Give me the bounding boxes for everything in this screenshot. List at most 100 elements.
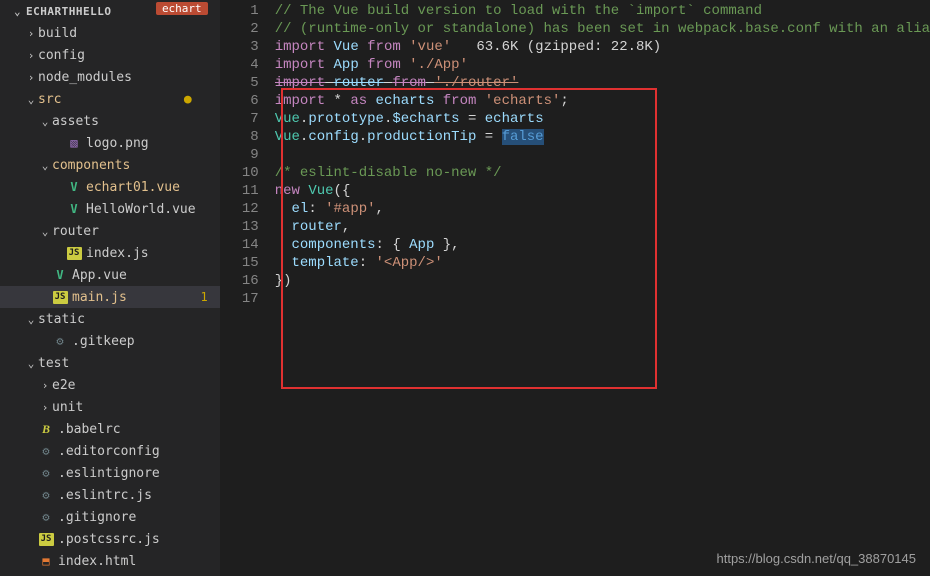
chevron-right-icon: › [24,71,38,84]
tree-item-label: App.vue [72,268,127,283]
code-line[interactable]: template: '<App/>' [275,254,930,272]
tree-folder[interactable]: ›node_modules [0,66,220,88]
line-number: 17 [220,290,259,308]
chevron-down-icon: ⌄ [14,5,24,18]
tree-folder[interactable]: ›unit [0,396,220,418]
line-number: 7 [220,110,259,128]
code-area[interactable]: // The Vue build version to load with th… [275,0,930,576]
tree-file[interactable]: ▧logo.png [0,132,220,154]
tree-folder[interactable]: ›build [0,22,220,44]
tree-item-label: e2e [52,378,75,393]
git-branch-badge[interactable]: echart [156,2,208,15]
tree-file[interactable]: B.babelrc [0,418,220,440]
tree-item-label: .eslintignore [58,466,160,481]
tree-file[interactable]: ⚙.editorconfig [0,440,220,462]
code-line[interactable]: // The Vue build version to load with th… [275,2,930,20]
js-icon: JS [66,245,82,261]
tree-folder[interactable]: ⌄static [0,308,220,330]
tree-item-label: .eslintrc.js [58,488,152,503]
tree-folder[interactable]: ⌄components [0,154,220,176]
explorer-sidebar: ⌄ ECHARTHHELLO echart ›build›config›node… [0,0,220,576]
line-number: 8 [220,128,259,146]
js-icon: JS [52,289,68,305]
tree-file[interactable]: ⚙ .eslintignore [0,462,220,484]
code-line[interactable]: new Vue({ [275,182,930,200]
code-line[interactable]: Vue.config.productionTip = false [275,128,930,146]
tree-folder[interactable]: ⌄src● [0,88,220,110]
code-line[interactable]: import App from './App' [275,56,930,74]
line-number: 13 [220,218,259,236]
tree-folder[interactable]: ›config [0,44,220,66]
tree-item-label: node_modules [38,70,132,85]
chevron-down-icon: ⌄ [24,313,38,326]
tree-file[interactable]: JS main.js 1 [0,286,220,308]
tree-file[interactable]: ⚙ .eslintrc.js [0,484,220,506]
js-icon: JS [38,531,54,547]
gear-icon: ⚙ [38,509,54,525]
code-line[interactable]: Vue.prototype.$echarts = echarts [275,110,930,128]
tree-item-label: assets [52,114,99,129]
tree-file[interactable]: ⬒ index.html [0,550,220,572]
html-icon: ⬒ [38,553,54,569]
code-line[interactable] [275,290,930,308]
tree-file[interactable]: ⚙.gitkeep [0,330,220,352]
code-line[interactable] [275,146,930,164]
line-number: 15 [220,254,259,272]
code-line[interactable]: }) [275,272,930,290]
gear-icon: ⚙ [38,487,54,503]
tree-item-label: main.js [72,290,127,305]
tree-folder[interactable]: ›e2e [0,374,220,396]
code-line[interactable]: import Vue from 'vue' 63.6K (gzipped: 22… [275,38,930,56]
line-number: 11 [220,182,259,200]
line-number: 2 [220,20,259,38]
chevron-down-icon: ⌄ [24,93,38,106]
gear-icon: ⚙ [38,465,54,481]
chevron-right-icon: › [38,401,52,414]
chevron-down-icon: ⌄ [24,357,38,370]
image-icon: ▧ [66,135,82,151]
tree-item-label: .gitignore [58,510,136,525]
chevron-down-icon: ⌄ [38,115,52,128]
tree-item-label: test [38,356,69,371]
tree-item-label: HelloWorld.vue [86,202,196,217]
chevron-down-icon: ⌄ [38,225,52,238]
tree-folder[interactable]: ⌄test [0,352,220,374]
line-number: 6 [220,92,259,110]
tree-file[interactable]: ⚙ .gitignore [0,506,220,528]
tree-file[interactable]: JSindex.js [0,242,220,264]
tree-file[interactable]: Vechart01.vue [0,176,220,198]
tree-item-label: components [52,158,130,173]
code-line[interactable]: /* eslint-disable no-new */ [275,164,930,182]
tree-file[interactable]: JS .postcssrc.js [0,528,220,550]
chevron-right-icon: › [24,49,38,62]
project-header[interactable]: ⌄ ECHARTHHELLO echart [0,0,220,22]
problems-count: 1 [200,290,207,304]
line-number: 1 [220,2,259,20]
babel-icon: B [38,421,54,437]
gear-icon: ⚙ [52,333,68,349]
chevron-right-icon: › [38,379,52,392]
tree-item-label: .postcssrc.js [58,532,160,547]
line-number: 9 [220,146,259,164]
file-tree: ›build›config›node_modules⌄src●⌄assets▧l… [0,22,220,576]
tree-file[interactable]: VHelloWorld.vue [0,198,220,220]
line-number: 10 [220,164,259,182]
code-line[interactable]: router, [275,218,930,236]
code-line[interactable]: // (runtime-only or standalone) has been… [275,20,930,38]
chevron-down-icon: ⌄ [38,159,52,172]
code-line[interactable]: import * as echarts from 'echarts'; [275,92,930,110]
code-line[interactable]: import router from './router' [275,74,930,92]
code-line[interactable]: components: { App }, [275,236,930,254]
code-line[interactable]: el: '#app', [275,200,930,218]
line-number: 12 [220,200,259,218]
line-number-gutter: 1234567891011121314151617 [220,0,275,576]
tree-folder[interactable]: ⌄router [0,220,220,242]
app-root: ⌄ ECHARTHHELLO echart ›build›config›node… [0,0,930,576]
code-editor[interactable]: 1234567891011121314151617 // The Vue bui… [220,0,930,576]
tree-file[interactable]: V App.vue [0,264,220,286]
dirty-indicator: ● [184,92,192,107]
tree-folder[interactable]: ⌄assets [0,110,220,132]
vue-icon: V [52,267,68,283]
tree-item-label: config [38,48,85,63]
tree-item-label: index.html [58,554,136,569]
